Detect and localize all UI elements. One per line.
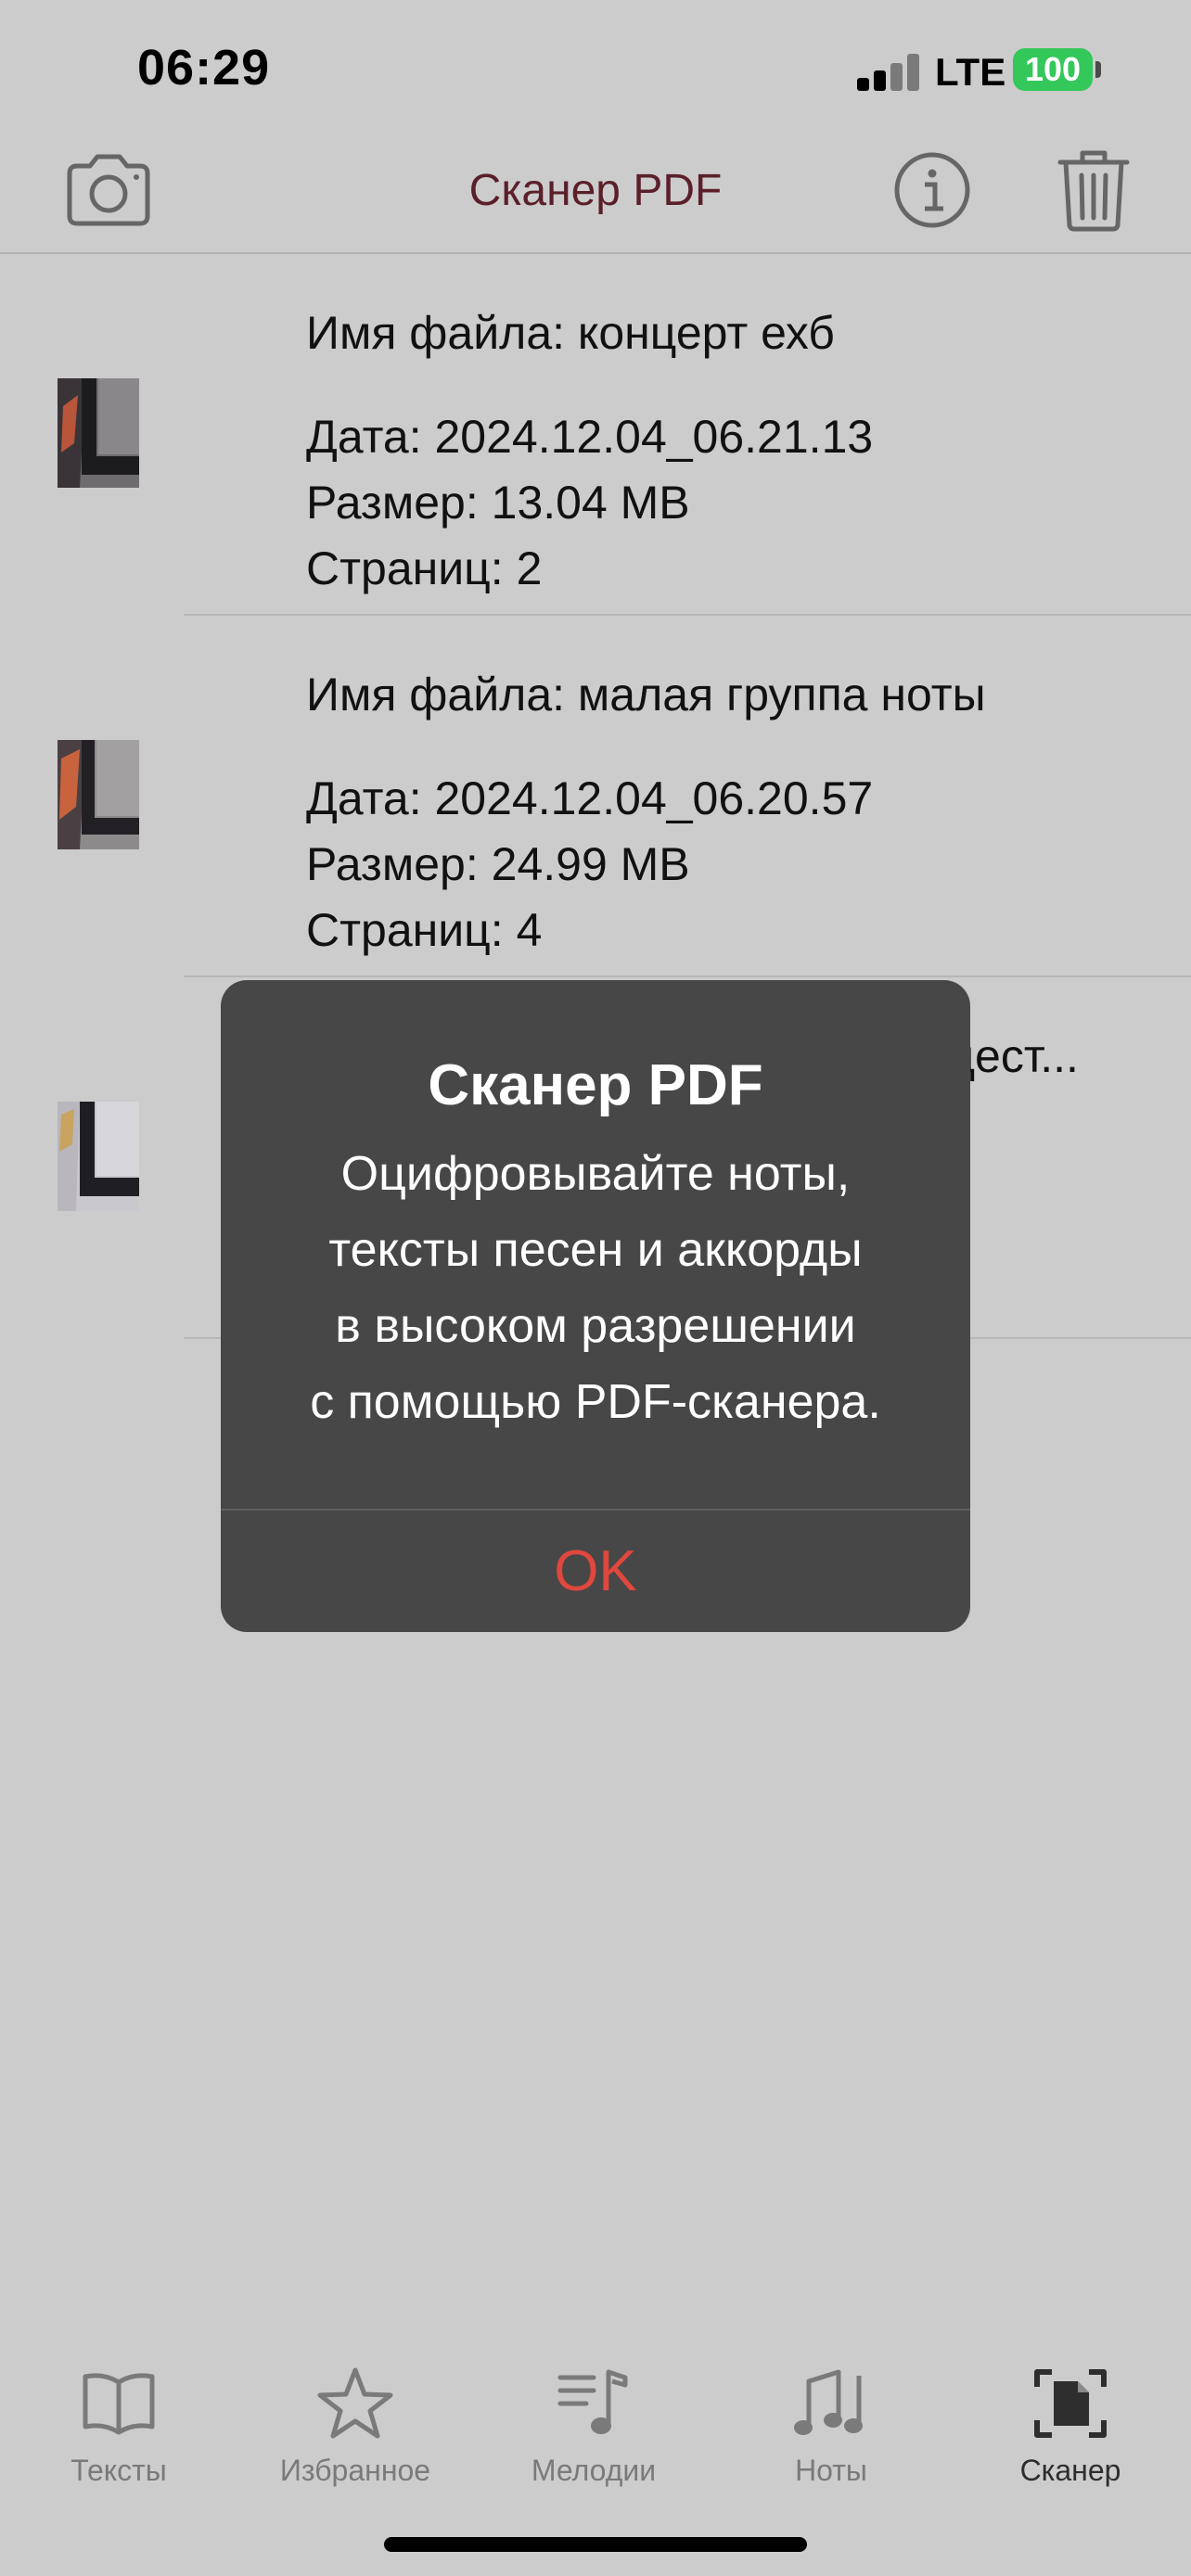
book-icon	[26, 2357, 211, 2450]
file-thumbnail	[58, 740, 139, 849]
file-date: Дата: 2024.12.04_06.21.13	[306, 411, 874, 463]
home-indicator	[384, 2537, 807, 2552]
battery-icon: 100	[1013, 48, 1093, 91]
alert-message: Оцифровывайте ноты, тексты песен и аккор…	[221, 1136, 970, 1440]
file-name: Имя файла: малая группа ноты	[306, 669, 986, 721]
tab-label: Избранное	[279, 2454, 431, 2487]
alert-message-line: в высоком разрешении	[335, 1299, 856, 1353]
trash-icon[interactable]	[1043, 139, 1145, 241]
tab-label: Мелодии	[531, 2454, 657, 2487]
tab-favorites[interactable]: Избранное	[263, 2357, 448, 2488]
scanner-icon	[978, 2357, 1163, 2450]
file-row[interactable]: Имя файла: концерт ехб Дата: 2024.12.04_…	[0, 254, 1191, 616]
status-bar: 06:29 LTE 100	[0, 0, 1191, 139]
tab-notes[interactable]: Ноты	[738, 2357, 924, 2488]
alert-message-line: тексты песен и аккорды	[328, 1223, 863, 1277]
music-list-icon	[501, 2357, 686, 2450]
network-type: LTE	[935, 50, 1006, 94]
alert-title: Сканер PDF	[428, 1053, 763, 1117]
tab-scanner[interactable]: Сканер	[978, 2357, 1163, 2488]
file-thumbnail	[58, 378, 139, 488]
tab-label: Сканер	[1019, 2454, 1121, 2487]
ok-button[interactable]: OK	[221, 1511, 970, 1632]
signal-icon	[857, 54, 922, 91]
file-row[interactable]: Имя файла: малая группа ноты Дата: 2024.…	[0, 616, 1191, 977]
file-thumbnail	[58, 1102, 139, 1211]
file-pages: Страниц: 2	[306, 542, 543, 594]
status-time: 06:29	[137, 40, 271, 96]
info-icon[interactable]	[881, 139, 983, 241]
tab-label: Тексты	[70, 2454, 167, 2487]
alert-message-line: с помощью PDF-сканера.	[310, 1375, 881, 1429]
file-size: Размер: 13.04 MB	[306, 477, 690, 529]
screen: 06:29 LTE 100 Сканер PDF Имя файла: конц…	[0, 0, 1191, 2576]
star-icon	[263, 2357, 448, 2450]
battery-cap	[1095, 61, 1101, 78]
file-date: Дата: 2024.12.04_06.20.57	[306, 772, 874, 824]
tab-label: Ноты	[795, 2454, 867, 2487]
alert-dialog: Сканер PDF Оцифровывайте ноты, тексты пе…	[221, 980, 970, 1632]
file-size: Размер: 24.99 MB	[306, 838, 690, 890]
tab-melodies[interactable]: Мелодии	[501, 2357, 686, 2488]
nav-title: Сканер PDF	[468, 166, 723, 215]
file-pages: Страниц: 4	[306, 904, 543, 956]
nav-bar: Сканер PDF	[0, 139, 1191, 254]
file-name: Имя файла: концерт ехб	[306, 307, 835, 359]
music-notes-icon	[738, 2357, 924, 2450]
alert-message-line: Оцифровывайте ноты,	[340, 1147, 851, 1201]
tab-texts[interactable]: Тексты	[26, 2357, 211, 2488]
